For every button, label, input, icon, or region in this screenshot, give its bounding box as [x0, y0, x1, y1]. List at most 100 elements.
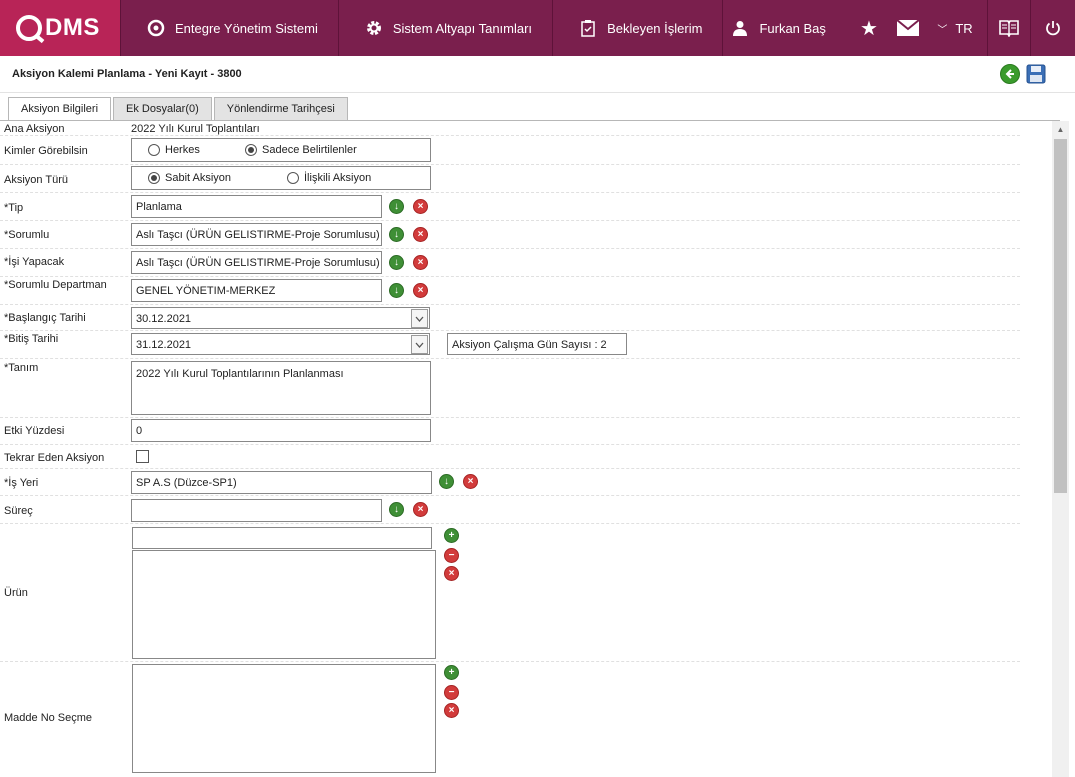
clear-x-icon[interactable]: ×: [444, 566, 459, 581]
help-book-icon[interactable]: [988, 0, 1030, 56]
field-label: *Tip: [4, 202, 24, 214]
radio-circle: [287, 172, 299, 184]
date-value: 31.12.2021: [136, 339, 192, 351]
row-aksiyon-turu: Aksiyon Türü Sabit Aksiyon İlişkili Aksi…: [0, 165, 1020, 193]
tekrar-eden-checkbox[interactable]: [136, 450, 149, 463]
radio-label: Herkes: [165, 144, 200, 156]
save-disk-icon[interactable]: [1026, 64, 1046, 84]
field-label: Tekrar Eden Aksiyon: [4, 452, 105, 464]
remove-minus-icon[interactable]: −: [444, 548, 459, 563]
clear-x-icon[interactable]: ×: [413, 199, 428, 214]
radio-label: İlişkili Aksiyon: [304, 172, 372, 184]
field-label: Süreç: [4, 505, 33, 517]
nav-sistem-altyapi[interactable]: Sistem Altyapı Tanımları: [339, 0, 552, 56]
row-tekrar-eden-aksiyon: Tekrar Eden Aksiyon: [0, 445, 1020, 469]
mail-icon[interactable]: [883, 0, 933, 56]
page-title: Aksiyon Kalemi Planlama - Yeni Kayıt - 3…: [12, 68, 242, 80]
row-etki-yuzdesi: Etki Yüzdesi 0: [0, 418, 1020, 445]
field-label: *Sorumlu: [4, 229, 50, 241]
field-label: *İş Yeri: [4, 477, 39, 489]
field-label: Ürün: [4, 587, 28, 599]
user-icon: [731, 19, 749, 37]
departman-field[interactable]: GENEL YÖNETIM-MERKEZ: [131, 279, 382, 302]
clear-x-icon[interactable]: ×: [444, 703, 459, 718]
is-yeri-field[interactable]: SP A.S (Düzce-SP1): [131, 471, 432, 494]
field-label: Ana Aksiyon: [4, 123, 65, 135]
radio-circle-selected: [245, 144, 257, 156]
scroll-thumb[interactable]: [1054, 139, 1067, 493]
urun-search-input[interactable]: [132, 527, 432, 549]
date-value: 30.12.2021: [136, 313, 192, 325]
isi-yapacak-field[interactable]: Aslı Taşcı (ÜRÜN GELISTIRME-Proje Soruml…: [131, 251, 382, 274]
power-logout-icon[interactable]: [1031, 0, 1075, 56]
field-label: *Tanım: [4, 362, 39, 374]
baslangic-tarihi-select[interactable]: 30.12.2021: [131, 307, 430, 329]
action-type-radio-group: Sabit Aksiyon İlişkili Aksiyon: [131, 166, 431, 190]
clear-x-icon[interactable]: ×: [413, 502, 428, 517]
select-down-icon[interactable]: ↓: [439, 474, 454, 489]
radio-iliskili-aksiyon[interactable]: İlişkili Aksiyon: [287, 172, 371, 184]
logo-q-icon: [16, 15, 42, 41]
madde-listbox[interactable]: [132, 664, 436, 773]
gear-icon: [365, 19, 383, 37]
row-tip: *Tip Planlama ↓ ×: [0, 193, 1020, 221]
tab-yonlendirme-tarihcesi[interactable]: Yönlendirme Tarihçesi: [213, 97, 348, 121]
remove-minus-icon[interactable]: −: [444, 685, 459, 700]
sorumlu-field[interactable]: Aslı Taşcı (ÜRÜN GELISTIRME-Proje Soruml…: [131, 223, 382, 246]
select-down-icon[interactable]: ↓: [389, 199, 404, 214]
visibility-radio-group: Herkes Sadece Belirtilenler: [131, 138, 431, 162]
nav-label: Bekleyen İşlerim: [607, 20, 703, 36]
row-kimler-gorebilsin: Kimler Görebilsin Herkes Sadece Belirtil…: [0, 136, 1020, 165]
tab-ek-dosyalar[interactable]: Ek Dosyalar(0): [113, 97, 212, 121]
chevron-down-icon[interactable]: [411, 335, 428, 354]
field-label: Etki Yüzdesi: [4, 425, 65, 437]
clear-x-icon[interactable]: ×: [413, 283, 428, 298]
radio-circle-selected: [148, 172, 160, 184]
nav-user-menu[interactable]: Furkan Baş: [723, 0, 845, 56]
radio-sadece-belirtilenler[interactable]: Sadece Belirtilenler: [245, 144, 357, 156]
favorites-star-icon[interactable]: ★: [855, 0, 883, 56]
select-down-icon[interactable]: ↓: [389, 227, 404, 242]
select-down-icon[interactable]: ↓: [389, 255, 404, 270]
radio-sabit-aksiyon[interactable]: Sabit Aksiyon: [148, 172, 231, 184]
row-baslangic-tarihi: *Başlangıç Tarihi 30.12.2021: [0, 305, 1020, 331]
calisma-gun-sayisi: Aksiyon Çalışma Gün Sayısı : 2: [447, 333, 627, 355]
tab-strip: Aksiyon Bilgileri Ek Dosyalar(0) Yönlend…: [8, 97, 350, 121]
select-down-icon[interactable]: ↓: [389, 502, 404, 517]
etki-yuzdesi-input[interactable]: 0: [131, 419, 431, 442]
row-urun: Ürün + − ×: [0, 524, 1020, 662]
row-surec: Süreç ↓ ×: [0, 496, 1020, 524]
radio-label: Sadece Belirtilenler: [262, 144, 357, 156]
clear-x-icon[interactable]: ×: [413, 227, 428, 242]
row-isi-yapacak: *İşi Yapacak Aslı Taşcı (ÜRÜN GELISTIRME…: [0, 249, 1020, 277]
add-plus-icon[interactable]: +: [444, 665, 459, 680]
nav-bekleyen-islerim[interactable]: Bekleyen İşlerim: [553, 0, 722, 56]
tip-field[interactable]: Planlama: [131, 195, 382, 218]
add-plus-icon[interactable]: +: [444, 528, 459, 543]
language-selector[interactable]: ﹀ TR: [933, 0, 977, 56]
field-label: *Sorumlu Departman: [4, 279, 107, 291]
clear-x-icon[interactable]: ×: [413, 255, 428, 270]
clear-x-icon[interactable]: ×: [463, 474, 478, 489]
scroll-up-arrow-icon[interactable]: ▲: [1052, 121, 1069, 138]
row-tanim: *Tanım 2022 Yılı Kurul Toplantılarının P…: [0, 359, 1020, 418]
surec-field[interactable]: [131, 499, 382, 522]
field-label: Aksiyon Türü: [4, 174, 68, 186]
chevron-down-icon[interactable]: [411, 309, 428, 328]
radio-herkes[interactable]: Herkes: [148, 144, 200, 156]
back-arrow-icon[interactable]: [1000, 64, 1020, 84]
chevron-down-icon: ﹀: [937, 24, 948, 36]
nav-entegre-yonetim[interactable]: Entegre Yönetim Sistemi: [121, 0, 338, 56]
field-label: *İşi Yapacak: [4, 256, 65, 268]
tab-aksiyon-bilgileri[interactable]: Aksiyon Bilgileri: [8, 97, 112, 121]
logo-text: DMS: [45, 14, 100, 41]
select-down-icon[interactable]: ↓: [389, 283, 404, 298]
qdms-circle-icon: [147, 19, 165, 37]
nav-label: Entegre Yönetim Sistemi: [175, 20, 318, 36]
vertical-scrollbar[interactable]: ▲: [1052, 121, 1069, 777]
tanim-textarea[interactable]: 2022 Yılı Kurul Toplantılarının Planlanm…: [131, 361, 431, 415]
field-label: *Başlangıç Tarihi: [4, 312, 86, 324]
urun-listbox[interactable]: [132, 550, 436, 659]
app-logo[interactable]: DMS: [0, 0, 120, 56]
bitis-tarihi-select[interactable]: 31.12.2021: [131, 333, 430, 355]
